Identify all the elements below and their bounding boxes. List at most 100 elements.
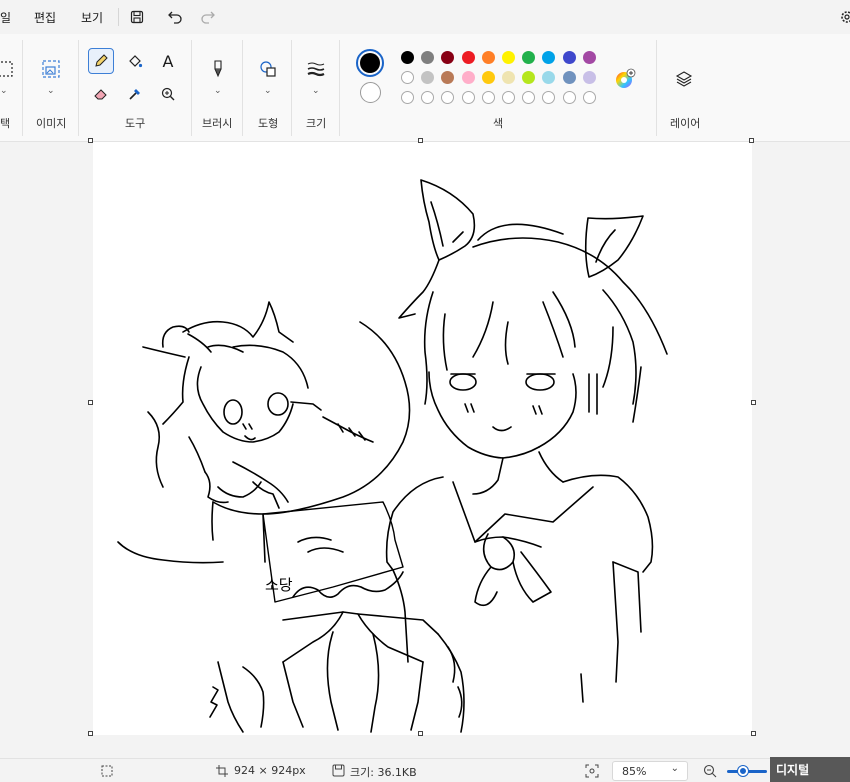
canvas-handle-top[interactable] <box>418 138 423 143</box>
image-chevron-down-icon[interactable]: ⌄ <box>47 86 55 96</box>
color-swatch[interactable] <box>421 71 435 84</box>
image-tool[interactable] <box>38 56 64 82</box>
line-drawing: 소당 <box>117 179 668 733</box>
canvas-handle-top-left[interactable] <box>88 138 93 143</box>
size-chevron-down-icon[interactable]: ⌄ <box>312 86 320 96</box>
color-swatch[interactable] <box>461 71 475 84</box>
color-picker-tool[interactable] <box>122 81 148 107</box>
brushes-tool[interactable] <box>205 56 231 82</box>
primary-color[interactable] <box>356 49 384 77</box>
custom-color-slot[interactable] <box>421 91 435 104</box>
menu-view[interactable]: 보기 <box>81 9 103 26</box>
canvas-handle-top-right[interactable] <box>749 138 754 143</box>
color-swatch[interactable] <box>441 71 455 84</box>
group-label-brushes: 브러시 <box>202 117 233 130</box>
ribbon-divider <box>242 40 243 136</box>
color-swatch[interactable] <box>582 51 596 64</box>
brush-icon <box>214 60 222 78</box>
pencil-icon <box>95 54 108 67</box>
canvas-handle-bottom-right[interactable] <box>751 731 756 736</box>
save-button[interactable] <box>126 6 148 28</box>
drawing-canvas[interactable]: 소당 <box>93 142 752 735</box>
zoom-slider-thumb[interactable] <box>738 766 748 776</box>
secondary-color[interactable] <box>360 82 381 103</box>
text-icon: A <box>162 51 174 71</box>
chevron-down-icon: ⌄ <box>670 763 679 774</box>
edit-colors-button[interactable] <box>614 68 636 90</box>
group-label-select: 택 <box>0 117 11 130</box>
magnifier-tool[interactable] <box>155 81 181 107</box>
signature-text: 소당 <box>265 576 293 594</box>
layers-button[interactable] <box>671 66 697 92</box>
group-label-tools: 도구 <box>125 117 146 130</box>
canvas-handle-bottom-left[interactable] <box>88 731 93 736</box>
size-tool[interactable] <box>303 56 329 82</box>
zoom-out-icon[interactable] <box>703 764 717 778</box>
ribbon-divider <box>291 40 292 136</box>
undo-button[interactable] <box>164 6 186 28</box>
brushes-chevron-down-icon[interactable]: ⌄ <box>214 86 222 96</box>
paint-bucket-icon <box>129 55 143 68</box>
custom-color-slot[interactable] <box>441 91 455 104</box>
color-swatch[interactable] <box>481 71 495 84</box>
ribbon-divider <box>656 40 657 136</box>
color-swatch[interactable] <box>461 51 475 64</box>
select-tool[interactable] <box>0 56 18 82</box>
group-label-size: 크기 <box>306 117 327 130</box>
shapes-chevron-down-icon[interactable]: ⌄ <box>264 86 272 96</box>
ribbon-divider <box>78 40 79 136</box>
ribbon-toolbar: ⌄ 택 ⌄ 이미지 A 도구 ⌄ 브러시 ⌄ 도형 ⌄ 크기 색 레이어 <box>0 34 850 142</box>
zoom-slider[interactable] <box>727 766 767 776</box>
custom-color-slot[interactable] <box>542 91 556 104</box>
menu-edit[interactable]: 편집 <box>34 9 56 26</box>
custom-color-slot[interactable] <box>522 91 536 104</box>
color-swatch[interactable] <box>522 51 536 64</box>
canvas-size-icon <box>216 765 228 777</box>
color-swatch[interactable] <box>421 51 435 64</box>
color-swatch[interactable] <box>542 51 556 64</box>
canvas-handle-bottom[interactable] <box>418 731 423 736</box>
color-swatch[interactable] <box>562 71 576 84</box>
selection-size-icon <box>101 765 113 777</box>
canvas-handle-right[interactable] <box>751 400 756 405</box>
zoom-value: 85% <box>622 765 647 778</box>
custom-color-slot[interactable] <box>562 91 576 104</box>
redo-button[interactable] <box>197 6 219 28</box>
color-swatch[interactable] <box>441 51 455 64</box>
zoom-icon <box>161 87 175 101</box>
fit-to-window-icon[interactable] <box>585 764 599 778</box>
custom-color-slot[interactable] <box>401 91 414 104</box>
color-swatch[interactable] <box>502 71 515 84</box>
color-swatch[interactable] <box>481 51 495 64</box>
paint-app: 일 편집 보기 ⌄ 택 ⌄ 이미지 A 도구 ⌄ 브러시 ⌄ 도형 ⌄ 크기 색… <box>0 0 850 782</box>
menu-file[interactable]: 일 <box>0 9 11 26</box>
text-tool[interactable]: A <box>155 48 181 74</box>
canvas-handle-left[interactable] <box>88 400 93 405</box>
color-swatch[interactable] <box>502 51 515 64</box>
menu-separator <box>118 8 119 26</box>
gear-icon <box>841 11 850 23</box>
shapes-tool[interactable] <box>255 56 281 82</box>
selection-icon <box>0 61 13 77</box>
select-chevron-down-icon[interactable]: ⌄ <box>0 86 8 96</box>
custom-color-slot[interactable] <box>481 91 495 104</box>
color-swatch[interactable] <box>562 51 576 64</box>
color-swatch[interactable] <box>542 71 556 84</box>
pencil-tool[interactable] <box>88 48 114 74</box>
zoom-dropdown[interactable]: 85% ⌄ <box>612 761 688 781</box>
ribbon-divider <box>339 40 340 136</box>
color-wheel-icon <box>616 68 636 88</box>
image-icon <box>42 60 60 78</box>
group-label-layers: 레이어 <box>670 117 701 130</box>
color-swatch[interactable] <box>401 51 414 64</box>
color-swatch[interactable] <box>522 71 536 84</box>
custom-color-slot[interactable] <box>461 91 475 104</box>
color-swatch[interactable] <box>582 71 596 84</box>
fill-tool[interactable] <box>122 48 148 74</box>
custom-color-slot[interactable] <box>582 91 596 104</box>
custom-color-slot[interactable] <box>502 91 515 104</box>
eraser-tool[interactable] <box>88 81 114 107</box>
canvas-workspace: 소당 <box>0 138 850 755</box>
settings-button[interactable] <box>836 6 850 28</box>
color-swatch[interactable] <box>401 71 414 84</box>
